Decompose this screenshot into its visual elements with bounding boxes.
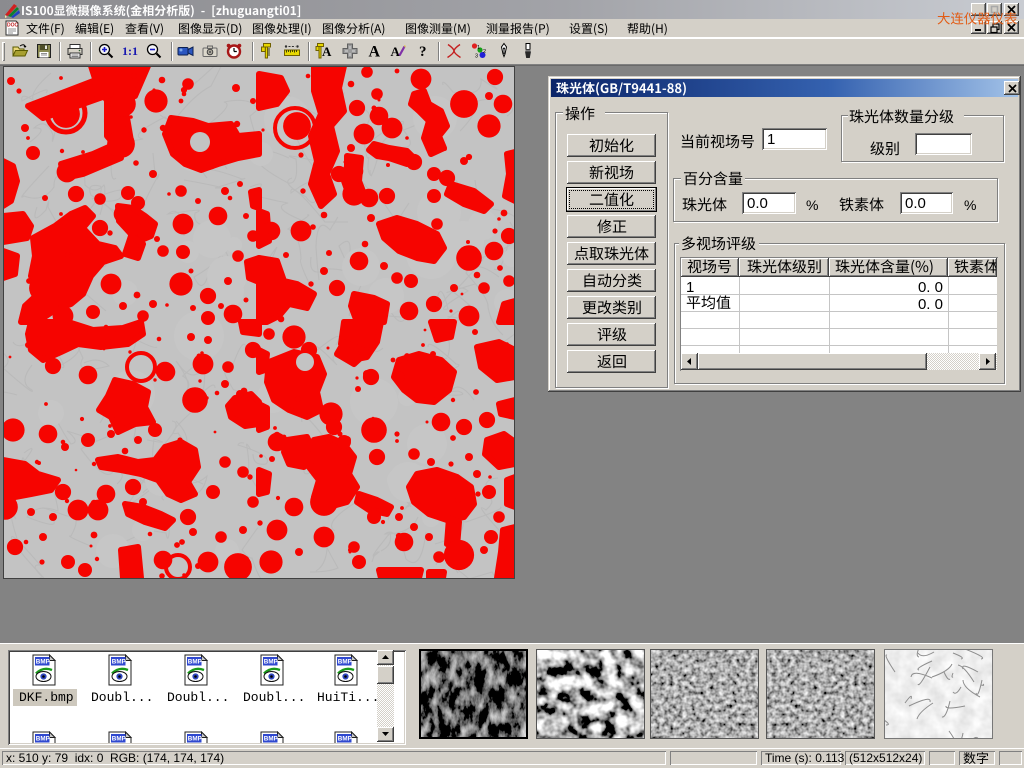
svg-text:1: 1 bbox=[477, 45, 480, 51]
svg-text:A: A bbox=[322, 44, 332, 59]
svg-text:3: 3 bbox=[475, 54, 478, 60]
svg-text:A: A bbox=[391, 44, 401, 59]
svg-text:?: ? bbox=[419, 44, 427, 60]
svg-text:A: A bbox=[369, 44, 381, 61]
svg-text:1:1: 1:1 bbox=[122, 44, 138, 58]
svg-text:2: 2 bbox=[483, 49, 486, 55]
svg-text:DOC: DOC bbox=[7, 23, 19, 29]
